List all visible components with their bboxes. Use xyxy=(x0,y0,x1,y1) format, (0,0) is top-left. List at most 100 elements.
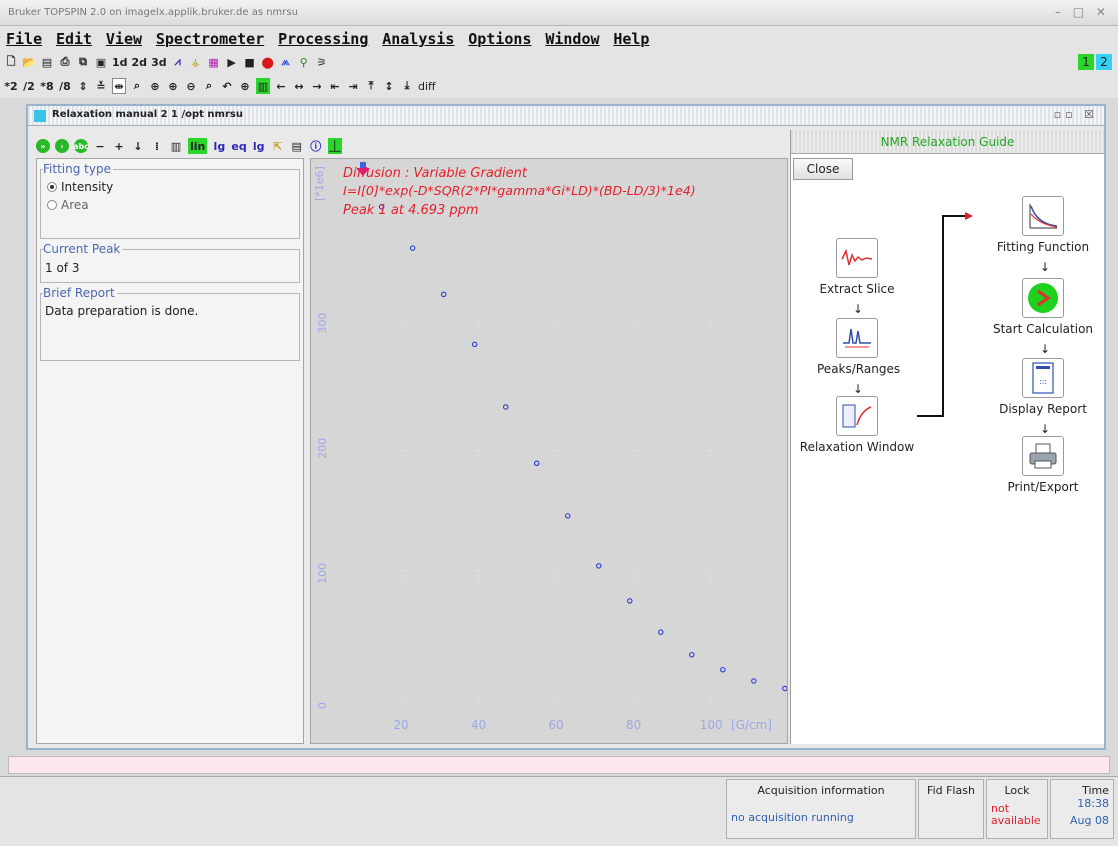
print-export-step[interactable]: Print/Export xyxy=(987,436,1099,494)
start-calculation-step[interactable]: Start Calculation xyxy=(987,278,1099,336)
intensity-radio[interactable]: Intensity xyxy=(41,178,299,196)
menu-spectrometer[interactable]: Spectrometer xyxy=(156,30,264,48)
zoom-icon[interactable]: ⌕ xyxy=(130,78,144,94)
window-indicator-1[interactable]: 1 xyxy=(1078,54,1094,70)
columns-icon[interactable]: ▥ xyxy=(169,138,183,154)
zoom-in-icon[interactable]: ⊕ xyxy=(148,78,162,94)
center-icon[interactable]: ↕ xyxy=(382,78,396,94)
printer-icon[interactable] xyxy=(1022,436,1064,476)
1d-button[interactable]: 1d xyxy=(112,54,128,70)
fitting-function-step[interactable]: Fitting Function xyxy=(987,196,1099,254)
area-radio[interactable]: Area xyxy=(41,196,299,214)
peaks-ranges-icon[interactable] xyxy=(836,318,878,358)
stop-icon[interactable]: ■ xyxy=(243,54,257,70)
vertical-adjust-icon[interactable]: ⇕ xyxy=(76,78,90,94)
undo-zoom-icon[interactable]: ↶ xyxy=(220,78,234,94)
guide-close-button[interactable]: Close xyxy=(793,158,853,180)
menu-analysis[interactable]: Analysis xyxy=(382,30,454,48)
zoom-in-2-icon[interactable]: ⊕ xyxy=(166,78,180,94)
select-icon[interactable]: ⁞ xyxy=(150,138,164,154)
grid-icon[interactable]: ▦ xyxy=(207,54,221,70)
scale-div-2-button[interactable]: /2 xyxy=(22,78,36,94)
relaxation-window-icon[interactable] xyxy=(836,396,878,436)
2d-button[interactable]: 2d xyxy=(132,54,148,70)
display-report-step[interactable]: ::: Display Report xyxy=(987,358,1099,416)
peak-pick-icon[interactable]: ⏊ xyxy=(327,138,342,154)
lin-button[interactable]: lin xyxy=(188,138,208,154)
peaks-ranges-label: Peaks/Ranges xyxy=(817,362,901,376)
data-point xyxy=(782,685,787,692)
spectrum-icon[interactable]: ⩕ xyxy=(279,54,293,70)
run-all-icon[interactable]: » xyxy=(36,139,50,153)
start-calculation-icon[interactable] xyxy=(1022,278,1064,318)
frame-title: Relaxation manual 2 1 /opt nmrsu xyxy=(52,109,243,120)
shift-right-icon[interactable]: → xyxy=(310,78,324,94)
abc-button[interactable]: abc xyxy=(73,139,89,153)
start-icon[interactable]: › xyxy=(55,139,69,153)
relaxation-window-step[interactable]: Relaxation Window xyxy=(793,396,921,454)
peak-analysis-icon[interactable]: ⩘ xyxy=(171,54,185,70)
tuning-icon[interactable]: ⚞ xyxy=(315,54,329,70)
open-folder-icon[interactable]: 📂 xyxy=(22,54,36,70)
lg-lg-button[interactable]: lg xyxy=(252,138,266,154)
probe-icon[interactable]: ⚲ xyxy=(297,54,311,70)
scale-times-2-button[interactable]: *2 xyxy=(4,78,18,94)
stack-icon[interactable]: ≚ xyxy=(94,78,108,94)
area-radio-dot[interactable] xyxy=(47,200,57,210)
menu-processing[interactable]: Processing xyxy=(278,30,368,48)
print-icon[interactable]: ⎙ xyxy=(58,54,72,70)
extract-slice-label: Extract Slice xyxy=(819,282,895,296)
extract-slice-icon[interactable] xyxy=(836,238,878,278)
shift-both-icon[interactable]: ↔ xyxy=(292,78,306,94)
relaxation-plot[interactable]: 20 40 60 80 100 0 100 200 300 [*1e6] [G/cm] Diff… xyxy=(310,158,788,744)
menu-file[interactable]: File xyxy=(6,30,42,48)
lineshape-icon[interactable]: ⚶ xyxy=(189,54,203,70)
lg-button[interactable]: lg xyxy=(212,138,226,154)
menu-options[interactable]: Options xyxy=(468,30,531,48)
shift-left-end-icon[interactable]: ⇤ xyxy=(328,78,342,94)
extract-slice-step[interactable]: Extract Slice xyxy=(817,238,897,296)
down-arrow-icon[interactable]: ↓ xyxy=(131,138,145,154)
new-file-icon[interactable]: 🗋 xyxy=(4,54,18,70)
minus-icon[interactable]: − xyxy=(93,138,107,154)
3d-button[interactable]: 3d xyxy=(151,54,167,70)
window-titlebar: Bruker TOPSPIN 2.0 on imagelx.applik.bru… xyxy=(0,0,1118,26)
menu-help[interactable]: Help xyxy=(613,30,649,48)
copy-icon[interactable]: ⧉ xyxy=(76,54,90,70)
peaks-ranges-step[interactable]: Peaks/Ranges xyxy=(817,318,901,376)
shift-right-end-icon[interactable]: ⇥ xyxy=(346,78,360,94)
shift-up-icon[interactable]: ⤒ xyxy=(364,78,378,94)
acquisition-info-label: Acquisition information xyxy=(757,784,885,797)
display-report-icon[interactable]: ::: xyxy=(1022,358,1064,398)
zoom-reset-icon[interactable]: ⌕ xyxy=(202,78,216,94)
chart-annotation-peak: Peak 1 at 4.693 ppm xyxy=(343,203,479,218)
diff-button[interactable]: diff xyxy=(418,78,436,94)
full-range-icon[interactable]: ⇹ xyxy=(112,78,126,94)
scale-times-8-button[interactable]: *8 xyxy=(40,78,54,94)
halt-icon[interactable]: ⬤ xyxy=(261,54,275,70)
save-icon[interactable]: ▤ xyxy=(40,54,54,70)
paste-icon[interactable]: ▣ xyxy=(94,54,108,70)
command-line-input[interactable] xyxy=(8,756,1110,774)
export-icon[interactable]: ⇱ xyxy=(271,138,285,154)
window-indicator-2[interactable]: 2 xyxy=(1096,54,1112,70)
info-icon[interactable]: ⓘ xyxy=(309,138,323,154)
intensity-radio-dot[interactable] xyxy=(47,182,57,192)
window-controls[interactable]: – □ ✕ xyxy=(1055,5,1110,19)
zoom-region-icon[interactable]: ⊕ xyxy=(238,78,252,94)
fitting-function-icon[interactable] xyxy=(1022,196,1064,236)
menu-view[interactable]: View xyxy=(106,30,142,48)
zoom-out-icon[interactable]: ⊖ xyxy=(184,78,198,94)
frame-controls[interactable]: ▫▫ ☒ xyxy=(1054,108,1098,121)
menu-edit[interactable]: Edit xyxy=(56,30,92,48)
scale-div-8-button[interactable]: /8 xyxy=(58,78,72,94)
shift-down-icon[interactable]: ⤓ xyxy=(400,78,414,94)
data-point xyxy=(658,629,664,635)
play-icon[interactable]: ▶ xyxy=(225,54,239,70)
overlay-icon[interactable]: ▥ xyxy=(256,78,270,94)
plus-icon[interactable]: + xyxy=(112,138,126,154)
shift-left-icon[interactable]: ← xyxy=(274,78,288,94)
eq-button[interactable]: eq xyxy=(231,138,246,154)
menu-window[interactable]: Window xyxy=(545,30,599,48)
save-results-icon[interactable]: ▤ xyxy=(290,138,304,154)
